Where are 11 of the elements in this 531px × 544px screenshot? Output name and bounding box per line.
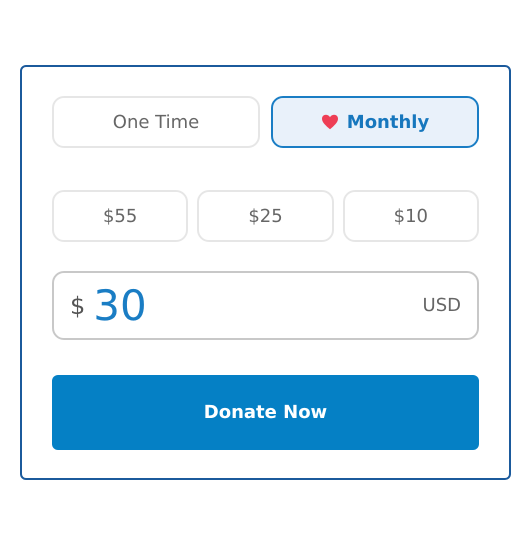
donate-button[interactable]: Donate Now <box>52 375 479 450</box>
amount-option[interactable]: $10 <box>342 190 479 242</box>
frequency-tab[interactable]: One Time <box>52 96 260 148</box>
amount-option[interactable]: $25 <box>197 190 334 242</box>
currency-symbol: $ <box>70 290 86 322</box>
amount-field[interactable]: $ 30 USD <box>52 271 479 340</box>
frequency-tab[interactable]: Monthly <box>271 96 479 148</box>
amount-option[interactable]: $55 <box>52 190 188 242</box>
amount-input[interactable]: 30 <box>93 274 423 337</box>
heart-icon <box>320 114 339 130</box>
currency-code: USD <box>422 294 461 318</box>
